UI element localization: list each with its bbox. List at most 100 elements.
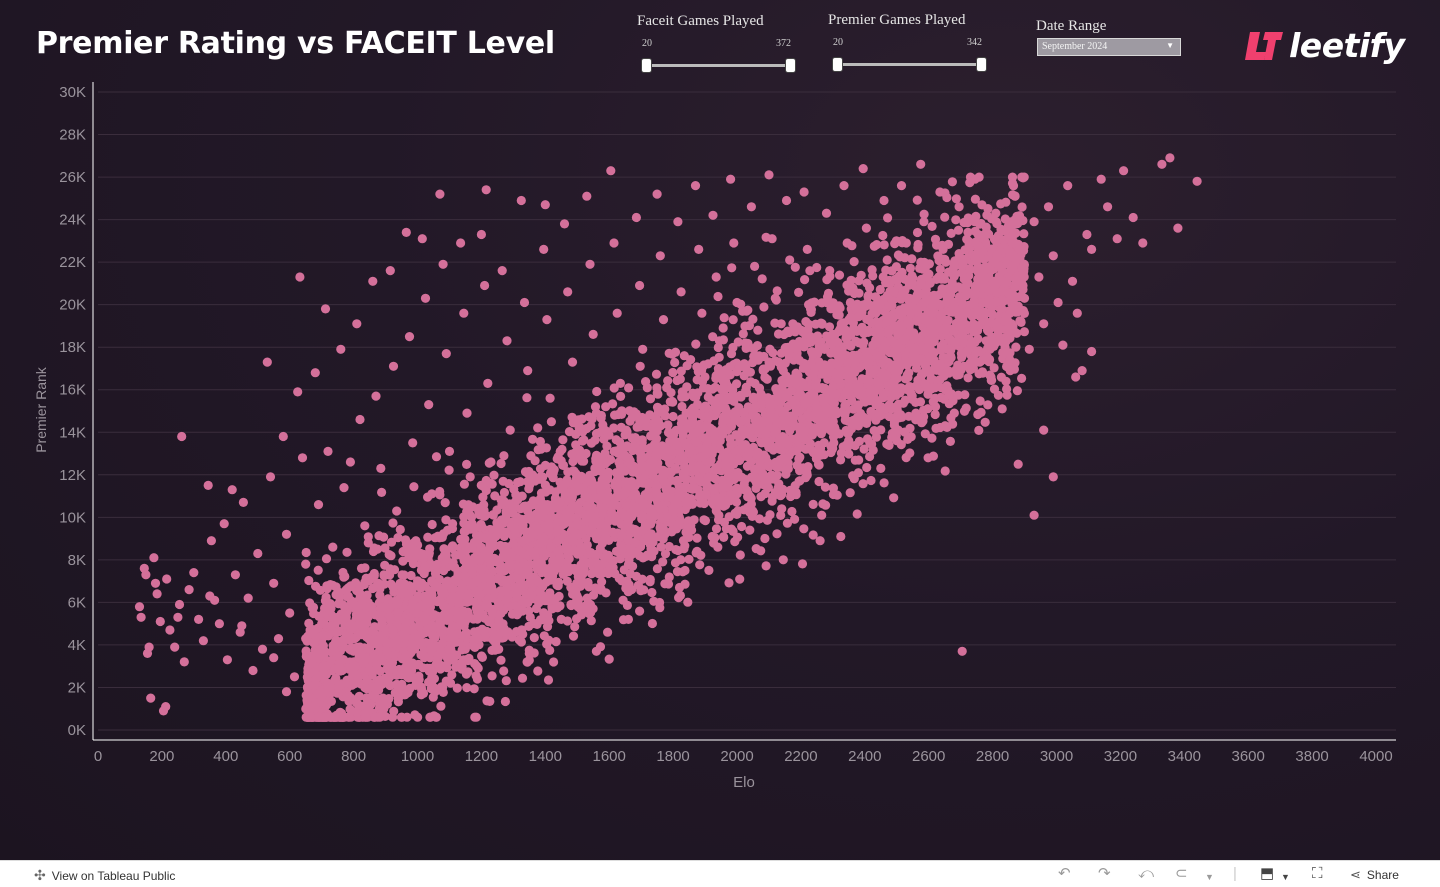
scatter-point: [448, 591, 458, 601]
scatter-point: [533, 666, 543, 676]
scatter-point: [604, 654, 614, 664]
scatter-chart[interactable]: 0K2K4K6K8K10K12K14K16K18K20K22K24K26K28K…: [0, 0, 1440, 860]
scatter-point: [999, 235, 1009, 245]
scatter-point: [334, 599, 344, 609]
scatter-point: [975, 396, 985, 406]
scatter-point: [943, 366, 953, 376]
scatter-point: [1000, 214, 1010, 224]
scatter-point: [836, 455, 846, 465]
scatter-point: [832, 490, 842, 500]
scatter-point: [477, 564, 487, 574]
scatter-point: [493, 644, 503, 654]
scatter-point: [560, 488, 570, 498]
scatter-point: [761, 561, 771, 571]
scatter-point: [392, 599, 402, 609]
scatter-point: [760, 533, 770, 544]
scatter-point: [462, 459, 472, 469]
scatter-point: [931, 423, 941, 433]
scatter-point: [311, 675, 321, 685]
scatter-point: [906, 388, 916, 398]
scatter-point: [682, 528, 692, 538]
scatter-point: [524, 621, 534, 632]
scatter-point: [970, 194, 981, 204]
scatter-point: [681, 497, 691, 507]
scatter-point: [592, 386, 602, 397]
scatter-point: [303, 712, 313, 722]
scatter-point: [528, 548, 539, 558]
scatter-point: [989, 234, 1000, 244]
scatter-point: [692, 533, 702, 543]
scatter-point: [705, 412, 715, 422]
scatter-point: [346, 706, 356, 716]
scatter-point: [927, 433, 937, 443]
scatter-point: [319, 646, 330, 656]
scatter-point: [993, 390, 1004, 400]
scatter-point: [989, 363, 999, 373]
scatter-point: [417, 552, 427, 562]
scatter-point: [324, 605, 335, 615]
scatter-point: [727, 263, 737, 273]
scatter-point: [377, 618, 388, 629]
scatter-point: [936, 312, 946, 322]
scatter-point: [436, 701, 446, 711]
scatter-point: [1017, 373, 1027, 383]
scatter-point: [867, 439, 877, 449]
scatter-point: [879, 478, 889, 488]
scatter-point: [536, 488, 547, 498]
scatter-point: [776, 319, 786, 329]
scatter-point: [407, 639, 417, 649]
scatter-point: [940, 466, 950, 476]
scatter-point: [574, 600, 584, 610]
scatter-point: [664, 541, 674, 552]
scatter-point: [340, 571, 350, 582]
scatter-point: [456, 534, 466, 545]
scatter-point: [658, 534, 668, 544]
scatter-point: [321, 554, 332, 564]
scatter-point: [577, 529, 587, 539]
scatter-point: [635, 361, 645, 371]
scatter-point: [477, 522, 487, 532]
scatter-point: [673, 493, 683, 504]
scatter-point: [940, 212, 950, 222]
scatter-point: [923, 404, 933, 414]
scatter-point: [761, 428, 771, 438]
scatter-point: [830, 424, 840, 434]
scatter-point: [756, 546, 766, 556]
scatter-point: [546, 417, 557, 427]
scatter-point: [725, 496, 735, 506]
scatter-point: [713, 515, 724, 525]
scatter-point: [642, 383, 652, 393]
scatter-point: [461, 544, 471, 554]
scatter-point: [820, 344, 830, 354]
scatter-point: [586, 616, 596, 626]
scatter-point: [844, 382, 854, 392]
scatter-point: [834, 301, 844, 311]
scatter-point: [717, 383, 728, 394]
scatter-point: [573, 546, 583, 556]
scatter-point: [570, 622, 580, 632]
scatter-point: [314, 611, 324, 622]
scatter-point: [411, 680, 421, 691]
scatter-point: [726, 524, 737, 534]
scatter-point: [535, 436, 546, 447]
scatter-point: [842, 332, 852, 342]
scatter-point: [953, 225, 964, 235]
scatter-point: [840, 390, 850, 400]
scatter-point: [637, 501, 648, 512]
scatter-point: [962, 218, 973, 228]
scatter-point: [951, 194, 962, 204]
scatter-point: [388, 518, 398, 528]
scatter-point: [920, 289, 930, 299]
scatter-point: [590, 583, 600, 593]
scatter-point: [528, 434, 538, 444]
scatter-point: [878, 230, 888, 241]
scatter-point: [883, 213, 893, 223]
scatter-point: [388, 712, 398, 722]
scatter-point: [760, 372, 770, 382]
scatter-point: [756, 399, 766, 409]
scatter-point: [887, 301, 897, 311]
scatter-point: [923, 453, 933, 463]
scatter-point: [930, 402, 941, 412]
scatter-point: [384, 550, 394, 560]
scatter-point: [875, 411, 885, 421]
